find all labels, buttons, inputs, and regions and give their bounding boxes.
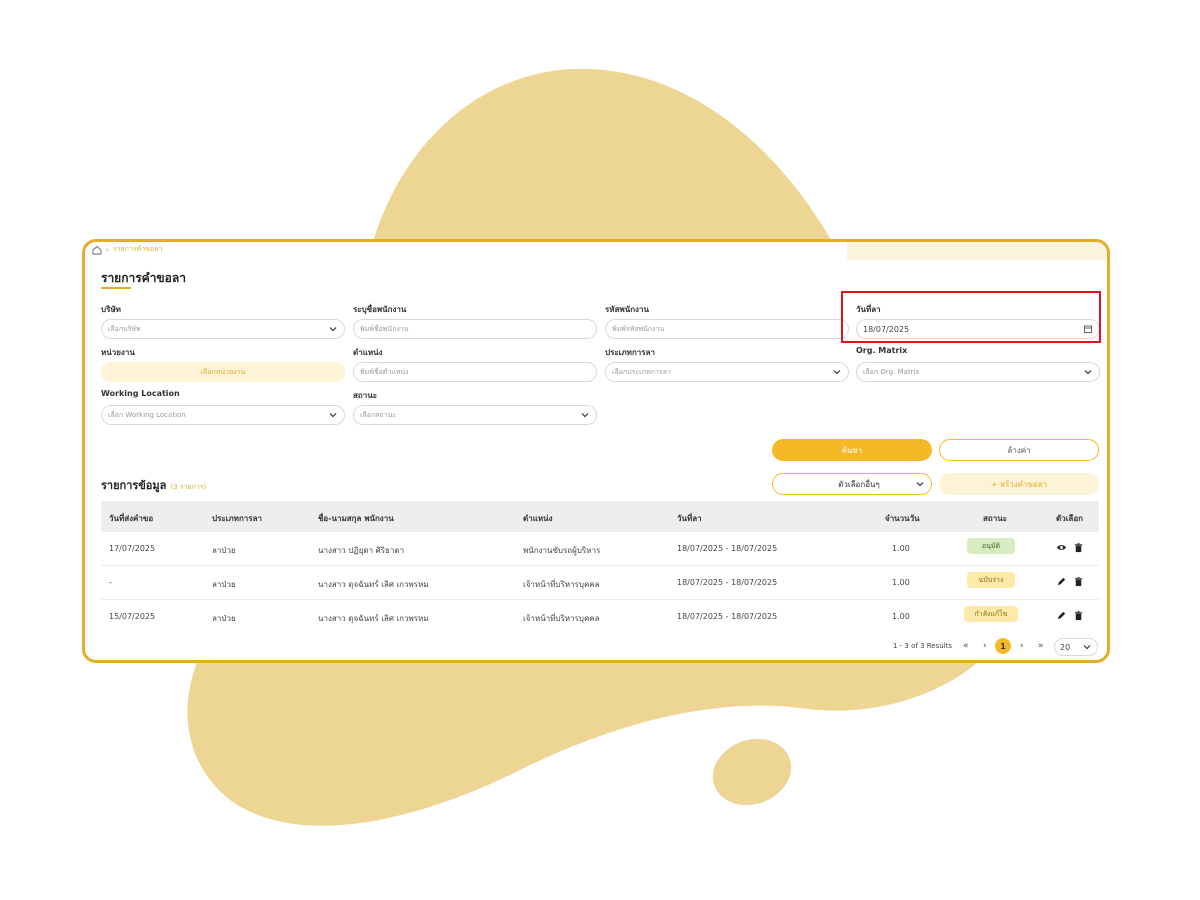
breadcrumb: › รายการคำขอลา	[92, 244, 162, 255]
employee-code-label: รหัสพนักงาน	[605, 305, 649, 314]
breadcrumb-current[interactable]: รายการคำขอลา	[113, 244, 163, 255]
unit-placeholder: เลือกหน่วยงาน	[200, 367, 246, 376]
page-size-value: 20	[1060, 642, 1071, 652]
org-matrix-label: Org. Matrix	[856, 346, 908, 355]
row2-type: ลาป่วย	[212, 580, 236, 589]
chevron-down-icon	[329, 327, 337, 332]
title-underline	[101, 287, 131, 289]
col-leave-type: ประเภทการลา	[212, 514, 262, 523]
row1-type: ลาป่วย	[212, 546, 236, 555]
col-days: จำนวนวัน	[885, 514, 920, 523]
last-page-button[interactable]: »	[1038, 641, 1044, 651]
employee-name-input[interactable]: พิมพ์ชื่อพนักงาน	[353, 319, 597, 339]
row3-position: เจ้าหน้าที่บริหารบุคคล	[523, 614, 600, 623]
row2-leave-dates: 18/07/2025 - 18/07/2025	[677, 578, 778, 587]
unit-label: หน่วยงาน	[101, 348, 135, 357]
eye-icon[interactable]	[1056, 542, 1067, 553]
col-employee-name: ชื่อ-นามสกุล พนักงาน	[318, 514, 394, 523]
employee-code-placeholder: พิมพ์รหัสพนักงาน	[612, 324, 665, 333]
row1-position: พนักงานขับรถผู้บริหาร	[523, 546, 601, 555]
row-divider	[101, 565, 1099, 566]
col-position: ตำแหน่ง	[523, 514, 553, 523]
row1-days: 1.00	[892, 544, 910, 553]
working-location-label: Working Location	[101, 389, 180, 398]
employee-name-label: ระบุชื่อพนักงาน	[353, 305, 407, 314]
pen-icon[interactable]	[1056, 610, 1067, 621]
list-count: (3 รายการ)	[170, 483, 207, 491]
row2-submitted: -	[109, 578, 112, 587]
row3-type: ลาป่วย	[212, 614, 236, 623]
company-select[interactable]: เลือกบริษัท	[101, 319, 345, 339]
home-icon[interactable]	[92, 245, 102, 255]
row2-days: 1.00	[892, 578, 910, 587]
page-size-select[interactable]: 20	[1054, 638, 1098, 656]
leave-type-label: ประเภทการลา	[605, 348, 655, 357]
row-divider	[101, 599, 1099, 600]
chevron-down-icon	[1083, 645, 1091, 650]
position-input[interactable]: พิมพ์ชื่อตำแหน่ง	[353, 362, 597, 382]
row3-days: 1.00	[892, 612, 910, 621]
row3-name: นางสาว ดุจฉันทร์ เลิศ เกวพรหม	[318, 614, 429, 623]
panel-top-band	[847, 242, 1107, 260]
col-status: สถานะ	[983, 514, 1007, 523]
unit-select-button[interactable]: เลือกหน่วยงาน	[101, 362, 345, 382]
breadcrumb-separator: ›	[106, 245, 109, 254]
status-placeholder: เลือกสถานะ	[360, 410, 397, 419]
leave-date-highlight-box	[841, 291, 1101, 343]
org-matrix-select[interactable]: เลือก Org. Matrix	[856, 362, 1100, 382]
prev-page-button[interactable]: ‹	[983, 641, 987, 651]
status-badge: ฉบับร่าง	[967, 572, 1015, 588]
row3-submitted: 15/07/2025	[109, 612, 156, 621]
trash-icon[interactable]	[1073, 576, 1084, 587]
row1-submitted: 17/07/2025	[109, 544, 156, 553]
chevron-down-icon	[581, 413, 589, 418]
chevron-down-icon	[916, 482, 924, 487]
position-placeholder: พิมพ์ชื่อตำแหน่ง	[360, 367, 409, 376]
chevron-down-icon	[1084, 370, 1092, 375]
col-submitted: วันที่ส่งคำขอ	[109, 514, 154, 523]
trash-icon[interactable]	[1073, 610, 1084, 621]
first-page-button[interactable]: «	[963, 641, 969, 651]
position-label: ตำแหน่ง	[353, 348, 383, 357]
page-title: รายการคำขอลา	[101, 271, 186, 285]
row2-name: นางสาว ดุจฉันทร์ เลิศ เกวพรหม	[318, 580, 429, 589]
employee-code-input[interactable]: พิมพ์รหัสพนักงาน	[605, 319, 849, 339]
more-options-dropdown[interactable]: ตัวเลือกอื่นๆ	[772, 473, 932, 495]
pen-icon[interactable]	[1056, 576, 1067, 587]
next-page-button[interactable]: ›	[1020, 641, 1024, 651]
row1-name: นางสาว ปฏิยุดา ศิริธาดา	[318, 546, 405, 555]
trash-icon[interactable]	[1073, 542, 1084, 553]
status-badge: อนุมัติ	[967, 538, 1015, 554]
chevron-down-icon	[329, 413, 337, 418]
row2-position: เจ้าหน้าที่บริหารบุคคล	[523, 580, 600, 589]
row3-leave-dates: 18/07/2025 - 18/07/2025	[677, 612, 778, 621]
org-matrix-placeholder: เลือก Org. Matrix	[863, 367, 920, 376]
pagination-summary: 1 - 3 of 3 Results	[893, 642, 953, 650]
leave-type-select[interactable]: เลือกประเภทการลา	[605, 362, 849, 382]
row1-leave-dates: 18/07/2025 - 18/07/2025	[677, 544, 778, 553]
employee-name-placeholder: พิมพ์ชื่อพนักงาน	[360, 324, 409, 333]
working-location-placeholder: เลือก Working Location	[108, 410, 186, 419]
list-title: รายการข้อมูล (3 รายการ)	[101, 476, 206, 494]
status-badge: กำลังแก้ไข	[964, 606, 1018, 622]
clear-button[interactable]: ล้างค่า	[939, 439, 1099, 461]
status-select[interactable]: เลือกสถานะ	[353, 405, 597, 425]
company-label: บริษัท	[101, 305, 121, 314]
status-label: สถานะ	[353, 391, 377, 400]
col-leave-dates: วันที่ลา	[677, 514, 702, 523]
list-title-text: รายการข้อมูล	[101, 479, 167, 492]
company-placeholder: เลือกบริษัท	[108, 324, 141, 333]
more-options-label: ตัวเลือกอื่นๆ	[838, 479, 880, 489]
working-location-select[interactable]: เลือก Working Location	[101, 405, 345, 425]
col-actions: ตัวเลือก	[1056, 514, 1083, 523]
chevron-down-icon	[833, 370, 841, 375]
leave-type-placeholder: เลือกประเภทการลา	[612, 367, 671, 376]
current-page-button[interactable]: 1	[995, 638, 1011, 654]
search-button[interactable]: ค้นหา	[772, 439, 932, 461]
create-leave-request-button[interactable]: + สร้างคำขอลา	[939, 473, 1099, 495]
